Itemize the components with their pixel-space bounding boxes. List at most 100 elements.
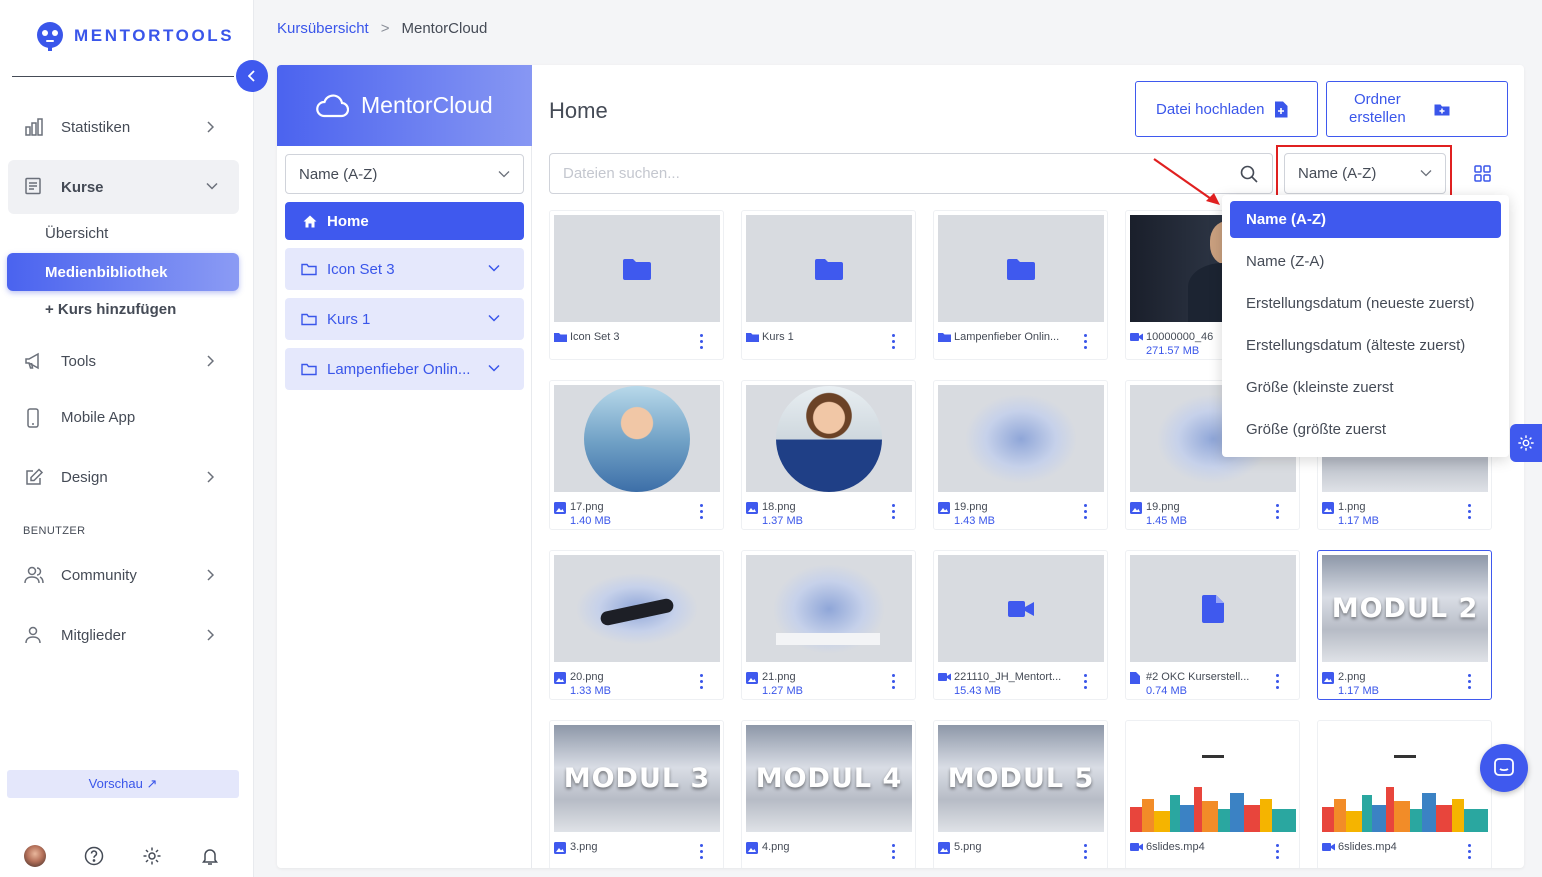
more-options-icon[interactable]	[1468, 504, 1472, 522]
create-folder-button[interactable]: Ordner erstellen	[1326, 81, 1508, 137]
module-overlay-text: MODUL 2	[1331, 593, 1479, 624]
sort-select[interactable]: Name (A-Z)	[1284, 153, 1446, 194]
file-tile-selected[interactable]: MODUL 2 2.png 1.17 MB	[1317, 550, 1492, 700]
avatar[interactable]	[24, 845, 46, 867]
file-tile[interactable]: MODUL 3 3.png	[549, 720, 724, 868]
more-options-icon[interactable]	[700, 504, 704, 522]
chevron-down-icon[interactable]	[488, 314, 500, 322]
more-options-icon[interactable]	[892, 674, 896, 692]
chevron-down-icon	[206, 182, 218, 190]
search-placeholder: Dateien suchen...	[563, 165, 680, 182]
file-tile[interactable]: MODUL 4 4.png	[741, 720, 916, 868]
logo-text: MENTORTOOLS	[74, 26, 235, 45]
folder-sort-value: Name (A-Z)	[299, 165, 378, 183]
sort-option-date-newest[interactable]: Erstellungsdatum (neueste zuerst)	[1230, 285, 1501, 322]
file-name: 20.png	[570, 671, 604, 683]
sidebar-item-design[interactable]: Design	[8, 451, 239, 503]
image-icon	[938, 502, 950, 514]
more-options-icon[interactable]	[892, 334, 896, 352]
file-tile[interactable]: 6slides.mp4	[1125, 720, 1300, 868]
settings-gear-icon[interactable]	[142, 846, 162, 866]
folder-sort-select[interactable]: Name (A-Z)	[285, 154, 524, 194]
settings-tab-button[interactable]	[1510, 424, 1542, 462]
file-tile[interactable]: 17.png 1.40 MB	[549, 380, 724, 530]
file-name: 3.png	[570, 841, 598, 853]
sort-option-name-asc[interactable]: Name (A-Z)	[1230, 201, 1501, 238]
file-tile[interactable]: 20.png 1.33 MB	[549, 550, 724, 700]
chat-button[interactable]	[1480, 744, 1528, 792]
search-icon[interactable]	[1240, 165, 1258, 183]
user-icon	[25, 626, 41, 644]
more-options-icon[interactable]	[1276, 674, 1280, 692]
sidebar-item-statistiken[interactable]: Statistiken	[8, 101, 239, 153]
help-icon[interactable]	[84, 846, 104, 866]
video-camera-icon	[1008, 600, 1034, 617]
sidebar-item-mobile-app[interactable]: Mobile App	[8, 391, 239, 443]
file-tile[interactable]: 19.png 1.43 MB	[933, 380, 1108, 530]
sidebar-item-community[interactable]: Community	[8, 549, 239, 601]
more-options-icon[interactable]	[1468, 674, 1472, 692]
file-tile[interactable]: Icon Set 3	[549, 210, 724, 360]
more-options-icon[interactable]	[892, 844, 896, 862]
file-tile[interactable]: 6slides.mp4	[1317, 720, 1492, 868]
more-options-icon[interactable]	[1276, 504, 1280, 522]
file-tile[interactable]: 21.png 1.27 MB	[741, 550, 916, 700]
more-options-icon[interactable]	[700, 674, 704, 692]
collapse-sidebar-button[interactable]	[236, 60, 268, 92]
preview-button[interactable]: Vorschau ↗	[7, 770, 239, 798]
sidebar-item-mitglieder[interactable]: Mitglieder	[8, 609, 239, 661]
folder-home[interactable]: Home	[285, 202, 524, 240]
more-options-icon[interactable]	[1084, 844, 1088, 862]
home-icon	[303, 215, 317, 227]
more-options-icon[interactable]	[1084, 504, 1088, 522]
sidebar-item-kurse[interactable]: Kurse	[8, 160, 239, 214]
file-name: 17.png	[570, 501, 604, 513]
upload-file-button[interactable]: Datei hochladen	[1135, 81, 1318, 137]
folder-item[interactable]: Icon Set 3	[285, 248, 524, 290]
chevron-down-icon[interactable]	[488, 264, 500, 272]
grid-view-icon[interactable]	[1474, 165, 1491, 182]
video-camera-icon	[1130, 333, 1143, 341]
folder-item[interactable]: Lampenfieber Onlin...	[285, 348, 524, 390]
sort-option-date-oldest[interactable]: Erstellungsdatum (älteste zuerst)	[1230, 327, 1501, 364]
sidebar-divider	[12, 76, 234, 77]
bell-icon[interactable]	[200, 846, 220, 866]
sidebar-subitem-add-course[interactable]: + Kurs hinzufügen	[45, 301, 176, 318]
folder-item[interactable]: Kurs 1	[285, 298, 524, 340]
sidebar-subitem-uebersicht[interactable]: Übersicht	[45, 225, 108, 242]
folder-plus-icon	[1434, 104, 1450, 115]
more-options-icon[interactable]	[892, 504, 896, 522]
more-options-icon[interactable]	[1084, 674, 1088, 692]
thumbnail	[938, 215, 1104, 322]
more-options-icon[interactable]	[700, 844, 704, 862]
file-tile[interactable]: Lampenfieber Onlin...	[933, 210, 1108, 360]
more-options-icon[interactable]	[700, 334, 704, 352]
sidebar-item-label: Kurse	[61, 178, 104, 196]
more-options-icon[interactable]	[1084, 334, 1088, 352]
sort-option-size-largest[interactable]: Größe (größte zuerst	[1230, 411, 1501, 448]
breadcrumb: Kursübersicht > MentorCloud	[277, 20, 487, 37]
logo[interactable]: MENTORTOOLS	[34, 20, 234, 52]
more-options-icon[interactable]	[1276, 844, 1280, 862]
sidebar-subitem-medienbibliothek[interactable]: Medienbibliothek	[7, 253, 239, 291]
file-plus-icon	[1275, 101, 1288, 117]
chevron-down-icon	[498, 171, 510, 178]
file-tile[interactable]: #2 OKC Kurserstell... 0.74 MB	[1125, 550, 1300, 700]
smartphone-icon	[27, 408, 39, 428]
module-overlay-text: MODUL 3	[563, 763, 711, 794]
file-tile[interactable]: MODUL 5 5.png	[933, 720, 1108, 868]
breadcrumb-link[interactable]: Kursübersicht	[277, 20, 369, 37]
sort-option-name-desc[interactable]: Name (Z-A)	[1230, 243, 1501, 280]
file-tile[interactable]: 221110_JH_Mentort... 15.43 MB	[933, 550, 1108, 700]
city-skyline-graphic	[1322, 755, 1488, 832]
image-icon	[554, 672, 566, 684]
file-tile[interactable]: 18.png 1.37 MB	[741, 380, 916, 530]
sidebar-item-label: Tools	[61, 352, 97, 370]
file-tile[interactable]: Kurs 1	[741, 210, 916, 360]
sort-option-size-smallest[interactable]: Größe (kleinste zuerst	[1230, 369, 1501, 406]
chevron-down-icon[interactable]	[488, 364, 500, 372]
sidebar-item-tools[interactable]: Tools	[8, 335, 239, 387]
more-options-icon[interactable]	[1468, 844, 1472, 862]
folder-icon	[815, 258, 843, 280]
portrait-image	[584, 385, 690, 492]
